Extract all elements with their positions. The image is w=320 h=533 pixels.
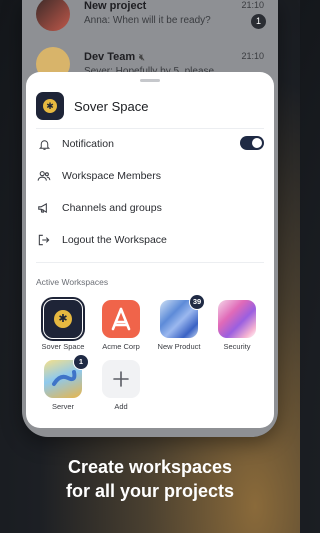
promo-caption-line2: for all your projects [65, 481, 235, 501]
promo-caption-line1: Create workspaces [67, 457, 233, 477]
new-product-logo-icon: 39 [160, 294, 205, 338]
chat-preview: Anna: When will it be ready? [84, 15, 211, 26]
unread-badge: 1 [251, 14, 266, 29]
server-logo-icon: 1 [44, 354, 89, 398]
menu-label: Channels and groups [62, 202, 162, 214]
unread-badge: 39 [189, 294, 205, 310]
divider [36, 128, 264, 129]
divider [36, 262, 264, 263]
workspace-label: Acme Corp [102, 342, 140, 351]
chat-title-text: Dev Team [84, 51, 136, 63]
workspace-header: Sover Space [36, 92, 148, 120]
acme-logo-icon [102, 300, 140, 338]
logout-icon [36, 232, 52, 248]
chat-row-new-project[interactable]: New project Anna: When will it be ready?… [22, 0, 278, 34]
workspace-label: Add [114, 402, 128, 411]
workspace-label: Server [51, 402, 75, 411]
menu-label: Notification [62, 138, 114, 150]
megaphone-icon [36, 200, 52, 216]
workspace-tile-acme-corp[interactable]: Acme Corp [97, 300, 145, 351]
mute-icon: 🔇︎ [139, 52, 145, 62]
workspace-tile-security[interactable]: Security [213, 300, 261, 351]
sover-space-logo-icon: ✱ [41, 297, 85, 341]
sheet-grabber[interactable] [140, 79, 160, 82]
workspace-label: Security [223, 342, 251, 351]
add-workspace-button[interactable]: Add [97, 360, 145, 411]
bell-icon [36, 136, 52, 152]
menu-item-logout[interactable]: Logout the Workspace [36, 228, 264, 252]
menu-item-notification[interactable]: Notification [36, 132, 264, 156]
menu-item-channels[interactable]: Channels and groups [36, 196, 264, 220]
chat-time: 21:10 [241, 51, 264, 61]
security-logo-icon [218, 300, 256, 338]
chat-title: New project [84, 0, 147, 12]
menu-label: Logout the Workspace [62, 234, 167, 246]
notification-toggle[interactable] [240, 136, 264, 150]
members-icon [36, 168, 52, 184]
workspace-name: Sover Space [74, 98, 149, 114]
workspace-tile-new-product[interactable]: 39 New Product [155, 294, 205, 351]
section-title: Active Workspaces [36, 277, 109, 287]
menu-label: Workspace Members [62, 170, 162, 182]
workspace-tile-server[interactable]: 1 Server [39, 354, 89, 411]
workspace-sheet: Sover Space Notification Workspace Membe… [26, 72, 274, 428]
workspace-label: New Product [157, 342, 201, 351]
workspace-tile-sover-space[interactable]: ✱ Sover Space [39, 297, 87, 351]
chat-title: Dev Team 🔇︎ [84, 51, 145, 63]
plus-icon [102, 360, 140, 398]
workspace-label: Sover Space [41, 342, 85, 351]
menu-item-members[interactable]: Workspace Members [36, 164, 264, 188]
chat-time: 21:10 [241, 0, 264, 10]
workspace-logo-icon [36, 92, 64, 120]
avatar [36, 0, 70, 31]
